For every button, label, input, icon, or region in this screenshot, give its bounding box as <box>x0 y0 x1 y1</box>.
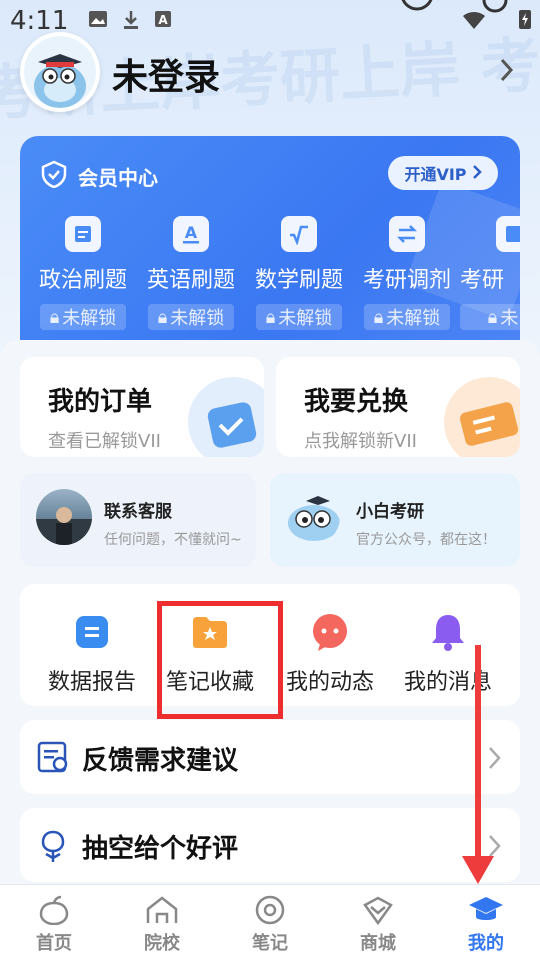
feedback-row[interactable]: 反馈需求建议 <box>20 720 520 794</box>
letter-a-icon: A <box>173 216 209 252</box>
chevron-right-icon <box>488 746 502 774</box>
tool-my-messages[interactable]: 我的消息 <box>388 612 508 696</box>
my-order-card[interactable]: 我的订单 查看已解锁VII <box>20 357 264 457</box>
lock-icon: 🔒︎ <box>487 306 498 328</box>
tool-label: 数据报告 <box>47 670 136 695</box>
lock-badge: 🔒︎ 未解锁 <box>40 304 126 330</box>
lock-badge: 🔒︎ 未解锁 <box>256 304 342 330</box>
lock-label: 未 <box>500 308 519 329</box>
battery-icon <box>518 8 532 34</box>
bell-icon <box>428 612 468 652</box>
vip-item-label: 政治刷题 <box>38 268 127 293</box>
open-vip-button[interactable]: 开通VIP <box>388 156 498 190</box>
nav-label: 笔记 <box>252 933 288 954</box>
lock-badge: 🔒︎ 未 <box>460 304 520 330</box>
feedback-icon <box>36 740 70 778</box>
tool-my-activity[interactable]: 我的动态 <box>270 612 390 696</box>
vip-item-english[interactable]: A 英语刷题 🔒︎ 未解锁 <box>136 216 246 330</box>
school-icon <box>108 893 216 927</box>
my-order-title: 我的订单 <box>48 387 153 417</box>
xiaobai-card[interactable]: 小白考研 官方公众号，都在这！ <box>270 473 520 567</box>
annotation-arrow-head <box>462 856 494 884</box>
order-illustration <box>188 377 264 457</box>
svg-text:A: A <box>158 13 168 27</box>
download-icon <box>122 10 140 34</box>
open-vip-label: 开通VIP <box>404 165 467 184</box>
report-icon <box>72 612 112 652</box>
lock-label: 未解锁 <box>386 308 441 329</box>
chat-bubble-icon <box>310 612 350 652</box>
contact-service-subtitle: 任何问题，不懂就问~ <box>104 532 242 548</box>
flower-icon <box>36 828 70 868</box>
lock-label: 未解锁 <box>278 308 333 329</box>
annotation-arrow-line <box>475 645 481 860</box>
settings-icon[interactable] <box>482 0 508 22</box>
exchange-card[interactable]: 我要兑换 点我解锁新VII <box>276 357 520 457</box>
row-label: 抽空给个好评 <box>82 834 239 864</box>
graduation-cap-icon <box>432 893 540 927</box>
vip-item-more[interactable]: 考研 🔒︎ 未 <box>460 216 520 330</box>
xiaobai-mascot-icon <box>284 489 340 545</box>
document-icon <box>65 216 101 252</box>
vip-item-label: 英语刷题 <box>146 268 235 293</box>
lock-badge: 🔒︎ 未解锁 <box>148 304 234 330</box>
nav-home[interactable]: 首页 <box>0 893 108 955</box>
nav-label: 商城 <box>360 933 396 954</box>
xiaobai-subtitle: 官方公众号，都在这！ <box>356 532 496 548</box>
vip-item-adjust[interactable]: 考研调剂 🔒︎ 未解锁 <box>352 216 462 330</box>
exchange-subtitle: 点我解锁新VII <box>304 431 417 452</box>
a-box-icon: A <box>154 10 172 32</box>
book-icon <box>496 216 520 252</box>
notes-icon <box>216 893 324 927</box>
chevron-right-icon[interactable] <box>500 58 514 86</box>
vip-shield-icon <box>40 160 68 192</box>
tool-label: 我的消息 <box>403 670 492 695</box>
lock-label: 未解锁 <box>170 308 225 329</box>
service-avatar <box>36 489 92 545</box>
image-icon <box>88 10 108 32</box>
shop-icon <box>324 893 432 927</box>
lock-icon: 🔒︎ <box>373 306 384 328</box>
lock-label: 未解锁 <box>62 308 117 329</box>
vip-item-label: 考研 <box>460 268 505 293</box>
tool-data-report[interactable]: 数据报告 <box>32 612 152 696</box>
avatar[interactable] <box>20 32 100 112</box>
status-bar: 4:11 A <box>0 0 540 40</box>
face-icon <box>400 0 434 18</box>
xiaobai-title: 小白考研 <box>356 502 424 522</box>
row-label: 反馈需求建议 <box>82 746 239 776</box>
vip-title: 会员中心 <box>78 166 158 190</box>
bottom-nav: 首页 院校 笔记 商城 我的 <box>0 884 540 960</box>
nav-shop[interactable]: 商城 <box>324 893 432 955</box>
svg-text:A: A <box>185 223 198 242</box>
nav-label: 院校 <box>144 933 180 954</box>
vip-item-politics[interactable]: 政治刷题 🔒︎ 未解锁 <box>28 216 138 330</box>
nav-notes[interactable]: 笔记 <box>216 893 324 955</box>
lock-badge: 🔒︎ 未解锁 <box>364 304 450 330</box>
my-order-subtitle: 查看已解锁VII <box>48 431 161 452</box>
swap-icon <box>389 216 425 252</box>
lock-icon: 🔒︎ <box>157 306 168 328</box>
chevron-right-icon <box>472 164 482 183</box>
nav-mine[interactable]: 我的 <box>432 893 540 955</box>
nav-label: 我的 <box>468 933 504 954</box>
exchange-title: 我要兑换 <box>304 387 409 417</box>
ticket-illustration <box>444 377 520 457</box>
lock-icon: 🔒︎ <box>265 306 276 328</box>
nav-label: 首页 <box>36 933 72 954</box>
nav-school[interactable]: 院校 <box>108 893 216 955</box>
vip-item-label: 数学刷题 <box>254 268 343 293</box>
vip-item-label: 考研调剂 <box>362 268 451 293</box>
lock-icon: 🔒︎ <box>49 306 60 328</box>
tool-label: 我的动态 <box>285 670 374 695</box>
username[interactable]: 未登录 <box>112 48 220 100</box>
highlight-box <box>157 601 283 719</box>
vip-center-card: 会员中心 开通VIP 政治刷题 🔒︎ 未解锁 A 英语刷题 🔒︎ 未解锁 数学刷题 … <box>20 136 520 366</box>
home-icon <box>0 893 108 927</box>
review-row[interactable]: 抽空给个好评 <box>20 808 520 882</box>
contact-service-card[interactable]: 联系客服 任何问题，不懂就问~ <box>20 473 256 567</box>
contact-service-title: 联系客服 <box>104 502 172 522</box>
vip-item-math[interactable]: 数学刷题 🔒︎ 未解锁 <box>244 216 354 330</box>
sqrt-icon <box>281 216 317 252</box>
